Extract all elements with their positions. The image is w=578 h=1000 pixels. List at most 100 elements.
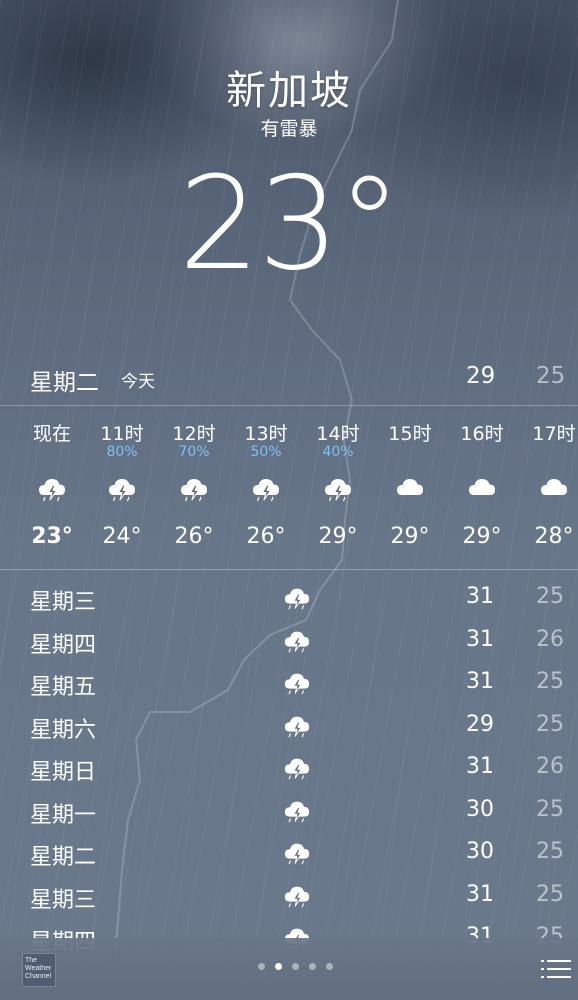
hourly-item: 11时 80% 24° xyxy=(86,407,158,567)
page-indicator[interactable] xyxy=(258,963,338,973)
daily-low: 26 xyxy=(536,626,564,652)
hourly-time: 15时 xyxy=(388,423,432,445)
hourly-forecast[interactable]: 现在 23° 11时 80% 24° 12时 70% 26° 13时 50% 26° 14时 40% 29… xyxy=(0,407,578,567)
thunderstorm-icon xyxy=(325,479,351,502)
list-menu-icon[interactable] xyxy=(541,959,571,979)
hourly-temp: 26° xyxy=(246,524,286,549)
logo-text: The xyxy=(25,957,38,964)
daily-icon xyxy=(283,669,311,697)
daily-high: 31 xyxy=(466,754,494,779)
hourly-time: 11时 xyxy=(100,423,144,445)
hourly-icon xyxy=(251,474,281,504)
hourly-icon xyxy=(179,474,209,504)
hourly-icon xyxy=(323,474,353,504)
daily-icon xyxy=(283,882,311,910)
page-dot[interactable] xyxy=(275,963,282,970)
daily-high: 31 xyxy=(466,669,494,694)
bottom-toolbar: The Weather Channel xyxy=(0,938,578,1000)
today-summary: 星期二 今天 29 25 xyxy=(0,355,578,399)
hourly-time: 16时 xyxy=(460,423,504,445)
daily-day: 星期四 xyxy=(30,632,97,658)
daily-icon xyxy=(283,584,311,612)
hourly-item: 14时 40% 29° xyxy=(302,407,374,567)
hourly-item: 16时 29° xyxy=(446,407,518,567)
thunderstorm-icon xyxy=(284,588,310,610)
thunderstorm-icon xyxy=(284,886,310,907)
daily-icon xyxy=(283,712,311,740)
hourly-icon xyxy=(37,474,67,504)
hourly-temp: 29° xyxy=(390,524,430,549)
daily-high: 30 xyxy=(466,839,494,864)
hourly-time: 12时 xyxy=(172,423,216,445)
hourly-temp: 28° xyxy=(534,524,574,549)
daily-low: 25 xyxy=(536,584,564,609)
daily-day: 星期五 xyxy=(30,675,97,700)
daily-high: 29 xyxy=(466,711,494,737)
daily-high: 30 xyxy=(466,796,494,822)
hourly-item: 12时 70% 26° xyxy=(158,407,230,567)
daily-low: 25 xyxy=(536,669,564,694)
daily-day: 星期日 xyxy=(30,760,97,785)
hourly-time: 现在 xyxy=(32,423,71,445)
daily-row: 星期一 30 25 xyxy=(0,791,578,833)
today-high: 29 xyxy=(466,363,496,389)
thunderstorm-icon xyxy=(181,479,207,502)
page-dot[interactable] xyxy=(258,963,265,970)
daily-row: 星期四 31 26 xyxy=(0,621,578,663)
cloud-icon xyxy=(541,479,567,495)
hourly-temp: 24° xyxy=(102,524,142,549)
cloud-icon xyxy=(397,479,423,495)
hourly-precip-chance: 40% xyxy=(322,444,354,460)
daily-icon xyxy=(283,797,311,825)
today-low: 25 xyxy=(536,363,566,389)
thunderstorm-icon xyxy=(284,843,310,865)
daily-row: 星期三 31 25 xyxy=(0,876,578,918)
hourly-icon xyxy=(539,474,569,504)
daily-icon xyxy=(283,839,311,867)
thunderstorm-icon xyxy=(109,479,135,502)
daily-day: 星期三 xyxy=(30,590,97,615)
hourly-time: 17时 xyxy=(532,423,576,445)
hourly-item: 17时 28° xyxy=(518,407,578,567)
daily-row: 星期日 31 26 xyxy=(0,748,578,790)
daily-row: 星期六 29 25 xyxy=(0,706,578,748)
hourly-precip-chance: 70% xyxy=(178,444,210,460)
hourly-item: 13时 50% 26° xyxy=(230,407,302,567)
daily-low: 26 xyxy=(536,754,564,779)
cloud-icon xyxy=(469,479,495,495)
thunderstorm-icon xyxy=(284,716,310,737)
thunderstorm-icon xyxy=(284,631,310,652)
hourly-time: 13时 xyxy=(244,423,288,445)
city-name: 新加坡 xyxy=(226,68,352,114)
daily-day: 星期二 xyxy=(30,845,97,870)
hourly-temp: 29° xyxy=(318,524,358,549)
daily-day: 星期一 xyxy=(30,802,97,828)
divider xyxy=(0,569,578,570)
daily-day: 星期六 xyxy=(30,717,97,743)
hourly-icon xyxy=(107,474,137,504)
daily-icon xyxy=(283,627,311,655)
hourly-temp: 23° xyxy=(31,524,73,549)
daily-day: 星期三 xyxy=(30,887,97,913)
hourly-temp: 26° xyxy=(174,524,214,549)
page-dot[interactable] xyxy=(292,963,299,970)
today-day: 星期二 xyxy=(30,370,99,396)
daily-low: 25 xyxy=(536,881,564,907)
hourly-time: 14时 xyxy=(316,423,360,445)
page-dot[interactable] xyxy=(309,963,316,970)
hourly-temp: 29° xyxy=(462,524,502,549)
daily-icon xyxy=(283,754,311,782)
weather-channel-logo[interactable]: The Weather Channel xyxy=(22,953,56,987)
divider xyxy=(0,405,578,406)
daily-row: 星期三 31 25 xyxy=(0,578,578,620)
current-temperature: 23° xyxy=(178,150,402,299)
thunderstorm-icon xyxy=(284,673,310,695)
thunderstorm-icon xyxy=(253,479,279,502)
page-dot[interactable] xyxy=(326,963,333,970)
daily-low: 25 xyxy=(536,711,564,737)
thunderstorm-icon xyxy=(284,801,310,822)
daily-low: 25 xyxy=(536,839,564,864)
daily-row: 星期五 31 25 xyxy=(0,663,578,705)
hourly-icon xyxy=(395,474,425,504)
hourly-icon xyxy=(467,474,497,504)
